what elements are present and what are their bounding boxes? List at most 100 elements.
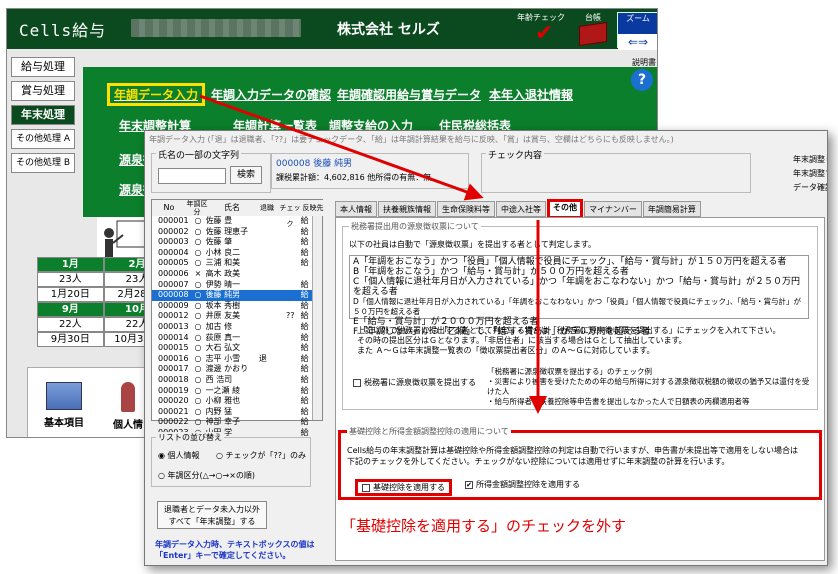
tab-sonota[interactable]: その他 [547, 199, 583, 219]
cell-no: 000012 [158, 311, 189, 321]
table-row[interactable]: 000019 ○ 一之瀬 綾給 [152, 386, 314, 397]
cell-no: 000019 [158, 385, 189, 395]
cell-kbn: ○ [194, 247, 202, 257]
cell-tai [259, 269, 280, 280]
enter-key-note: 年調データ入力時、テキストボックスの値は 「Enter」キーで確定してください。 [155, 540, 315, 560]
cell-chk [280, 280, 301, 291]
table-row[interactable]: 000022 ○ 神部 幸子給 [152, 417, 314, 428]
table-row[interactable]: 000005 ○ 三浦 和美給 [152, 258, 314, 269]
cell-name: 荻原 真一 [205, 332, 241, 342]
gensen-checkbox[interactable]: 税務署に源泉徴収票を提出する [353, 377, 476, 388]
menu-nencho-data-input[interactable]: 年調データ入力 [107, 83, 206, 106]
cell-no: 000016 [158, 353, 189, 363]
sidebar-item-nenmatsu[interactable]: 年末処理 [11, 105, 75, 125]
sort-group: リストの並び替え ◉ 個人情報 ○ チェックが「??」のみ ○ 年調区分(△→○… [151, 432, 311, 487]
cell-tai [259, 407, 280, 418]
personal-info-label: 個人情 [113, 420, 143, 431]
kiso-kojo-checkbox[interactable]: 基礎控除を適用する [355, 479, 452, 496]
cell-name: 神部 幸子 [205, 417, 241, 427]
col-kbn: 年調区分 [186, 200, 208, 216]
cell-chk [280, 396, 301, 407]
criteria-b: B「年調をおこなう」かつ「給与・賞与計」が５００万円を超える者 [353, 267, 629, 277]
age-check-icon[interactable]: ✔ [535, 23, 553, 45]
name-search-input[interactable] [158, 168, 226, 184]
cell-no: 000001 [158, 216, 189, 225]
cell-name: 後藤 純男 [205, 290, 241, 300]
menu-nencho-kyuyo-shoyo[interactable]: 年調確認用給与賞与データ [337, 86, 481, 103]
cell-name: 井原 友美 [205, 311, 241, 321]
cell-kbn: ○ [194, 279, 202, 289]
gensen-note3: また Ａ～Ｇは年末調整一覧表の「徴収票提出者区分」のＡ～Ｇに対応しています。 [357, 346, 655, 355]
list-scrollbar[interactable] [312, 216, 322, 420]
table-row[interactable]: 000015 ○ 大石 弘文給 [152, 343, 314, 354]
table-row[interactable]: 000003 ○ 佐藤 肇給 [152, 237, 314, 248]
cell-no: 000014 [158, 332, 189, 342]
table-row[interactable]: 000008 ○ 後藤 純男給 [152, 290, 314, 301]
cell-name: 大石 弘文 [205, 343, 241, 353]
name-search-label: 氏名の一部の文字列 [156, 148, 242, 161]
cell-chk [280, 386, 301, 397]
sort-radio-kojin[interactable]: ◉ 個人情報 [158, 450, 200, 461]
table-row[interactable]: 000018 ○ 西 浩司給 [152, 375, 314, 386]
cell-tai [259, 227, 280, 238]
sidebar-item-kyuyo[interactable]: 給与処理 [11, 57, 75, 77]
help-icon[interactable]: ? [631, 69, 653, 91]
table-row[interactable]: 000016 ○ 志平 小雪退給 [152, 354, 314, 365]
table-row[interactable]: 000007 ○ 伊勢 晴一給 [152, 280, 314, 291]
tab-strip: 本人情報 扶養親族情報 生命保険料等 中途入社等 その他 マイナンバー 年調簡易… [335, 199, 702, 219]
table-row[interactable]: 000014 ○ 荻原 真一給 [152, 333, 314, 344]
cell-tai [259, 343, 280, 354]
cell-name: 加古 修 [205, 321, 233, 331]
tab-kani-keisan[interactable]: 年調簡易計算 [642, 201, 701, 217]
kiso-desc1: Cells給与の年末調整計算は基礎控除や所得金額調整控除の判定は自動で行いますが… [347, 446, 798, 455]
table-row[interactable]: 000002 ○ 佐藤 理恵子給 [152, 227, 314, 238]
table-row[interactable]: 000006 × 高木 政美 [152, 269, 314, 280]
table-row[interactable]: 000013 ○ 加古 修給 [152, 322, 314, 333]
tab-seimei[interactable]: 生命保険料等 [437, 201, 495, 217]
sidebar-item-other-a[interactable]: その他処理 A [11, 129, 75, 149]
cell-no: 000020 [158, 396, 189, 406]
zoom-button[interactable]: ズーム ⇐⇒ [617, 12, 657, 50]
table-row[interactable]: 000020 ○ 小柳 雅也給 [152, 396, 314, 407]
sidebar: 給与処理 賞与処理 年末処理 その他処理 A その他処理 B [11, 57, 81, 177]
cell-tai [259, 333, 280, 344]
sidebar-item-other-b[interactable]: その他処理 B [11, 153, 75, 173]
cell-kbn: × [194, 268, 202, 278]
table-row[interactable]: 000009 ○ 坂本 秀樹給 [152, 301, 314, 312]
sort-radio-check[interactable]: ○ チェックが「??」のみ [216, 450, 306, 461]
personal-info-tile[interactable]: 個人情 [108, 382, 148, 431]
cell-no: 000021 [158, 406, 189, 416]
tab-fuyo[interactable]: 扶養親族情報 [378, 201, 436, 217]
menu-nencho-input-confirm[interactable]: 年調入力データの確認 [211, 86, 331, 103]
employee-list[interactable]: No 年調区分 氏名 退職 チェック 反映先 000001 ○ 佐藤 豊給 00000… [151, 199, 324, 437]
cell-no: 000004 [158, 247, 189, 257]
search-button[interactable]: 検索 [230, 166, 262, 184]
cell-kbn: ○ [194, 258, 202, 268]
tab-chuto[interactable]: 中途入社等 [496, 201, 546, 217]
list-header: No 年調区分 氏名 退職 チェック 反映先 [152, 200, 324, 228]
cell-kbn: ○ [194, 300, 202, 310]
table-row[interactable]: 000021 ○ 内野 猛給 [152, 407, 314, 418]
cell-tai [259, 280, 280, 291]
cell-kbn: ○ [194, 396, 202, 406]
cell-chk: ?? [285, 311, 295, 321]
table-row[interactable]: 000001 ○ 佐藤 豊給 [152, 216, 314, 227]
cell-kbn: ○ [194, 332, 202, 342]
table-row[interactable]: 000012 ○ 井原 友美?? 給 [152, 311, 314, 322]
table-row[interactable]: 000017 ○ 渡邊 かおり給 [152, 364, 314, 375]
shotoku-chosei-checkbox[interactable]: ✔ 所得金額調整控除を適用する [465, 479, 580, 490]
sort-radio-kbn[interactable]: ○ 年調区分(△→○→×の順) [158, 470, 255, 481]
col-chk: チェック [279, 204, 301, 228]
table-row[interactable]: 000004 ○ 小林 良二給 [152, 248, 314, 259]
kiso-kojo-group: 基礎控除と所得金額調整控除の適用について Cells給与の年末調整計算は基礎控除… [338, 426, 822, 500]
cell-chk [280, 227, 301, 238]
bulk-nencho-button[interactable]: 退職者とデータ未入力以外 すべて「年末調整」する [157, 501, 267, 529]
menu-honnen-nyutaisha[interactable]: 本年入退社情報 [489, 86, 573, 103]
sidebar-item-shoyo[interactable]: 賞与処理 [11, 81, 75, 101]
tab-mynumber[interactable]: マイナンバー [584, 201, 642, 217]
ledger-book-icon[interactable] [579, 22, 607, 46]
tab-honnin[interactable]: 本人情報 [335, 201, 377, 217]
tile-panel: 基本項目 個人情 [27, 367, 152, 437]
cell-name: 佐藤 肇 [205, 237, 233, 247]
basic-items-tile[interactable]: 基本項目 [40, 382, 88, 437]
